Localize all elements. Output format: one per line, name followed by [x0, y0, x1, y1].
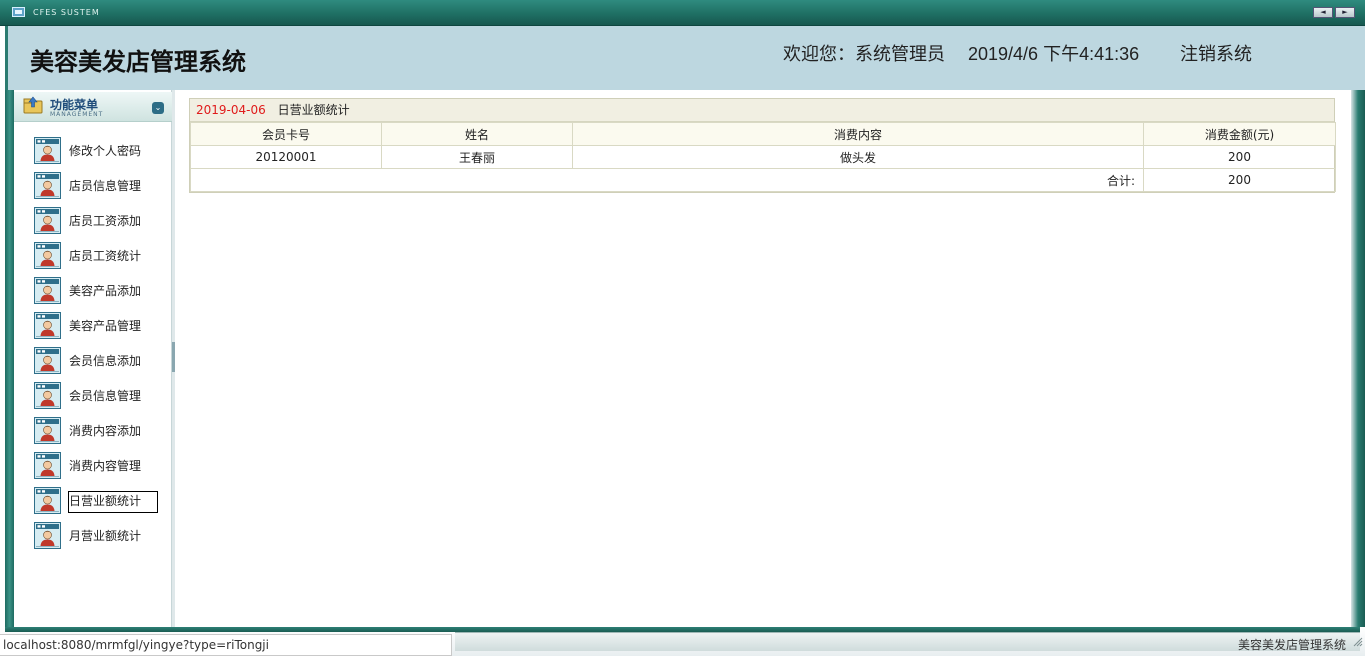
table-row: 20120001 王春丽 做头发 200: [190, 145, 1336, 169]
sidebar-item-label[interactable]: 美容产品添加: [68, 281, 142, 303]
report-header: 2019-04-06 日营业额统计: [190, 99, 1334, 122]
logout-link[interactable]: 注销系统: [1180, 40, 1252, 66]
folder-upload-icon: [23, 96, 43, 114]
app-header: 美容美发店管理系统 欢迎您：系统管理员 2019/4/6 下午4:41:36 注…: [5, 26, 1365, 90]
status-url: localhost:8080/mrmfgl/yingye?type=riTong…: [0, 634, 452, 656]
column-header: 姓名: [381, 122, 573, 146]
column-header: 消费内容: [572, 122, 1144, 146]
sidebar-item-label[interactable]: 日营业额统计: [68, 491, 158, 513]
user-card-icon: [34, 347, 61, 374]
resize-grip-icon[interactable]: [1352, 636, 1363, 647]
menu-list: 修改个人密码 店员信息管理 店员工资添加 店员工资统计 美容产品添加 美容产品管理 会员信息…: [14, 134, 172, 554]
report-date: 2019-04-06: [196, 103, 266, 117]
sidebar-item-label[interactable]: 店员工资添加: [68, 211, 142, 233]
column-header: 会员卡号: [190, 122, 382, 146]
sidebar-item[interactable]: 月营业额统计: [14, 519, 172, 554]
menu-header[interactable]: 功能菜单 MANAGEMENT ⌄: [14, 92, 172, 122]
user-card-icon: [34, 172, 61, 199]
sidebar-item-label[interactable]: 修改个人密码: [68, 141, 142, 163]
user-card-icon: [34, 312, 61, 339]
total-label: 合计:: [190, 168, 1144, 192]
chevron-double-down-icon[interactable]: ⌄: [152, 102, 164, 114]
sidebar-item-label[interactable]: 店员工资统计: [68, 246, 142, 268]
sidebar-item-label[interactable]: 消费内容管理: [68, 456, 142, 478]
nav-prev-button[interactable]: ◄: [1313, 7, 1333, 18]
sidebar-item[interactable]: 消费内容添加: [14, 414, 172, 449]
column-header: 消费金额(元): [1143, 122, 1336, 146]
nav-arrows: ◄ ►: [1313, 7, 1355, 18]
sidebar-item-label[interactable]: 月营业额统计: [68, 526, 142, 548]
system-label: CFES SUSTEM: [33, 8, 100, 17]
user-card-icon: [34, 277, 61, 304]
user-card-icon: [34, 137, 61, 164]
sidebar: 功能菜单 MANAGEMENT ⌄ 修改个人密码 店员信息管理 店员工资添加 店员工资…: [14, 90, 172, 627]
app-title: 美容美发店管理系统: [30, 49, 246, 76]
cell-content: 做头发: [572, 145, 1144, 169]
sidebar-item[interactable]: 修改个人密码: [14, 134, 172, 169]
sidebar-item-label[interactable]: 消费内容添加: [68, 421, 142, 443]
total-row: 合计: 200: [190, 168, 1336, 192]
sidebar-item[interactable]: 会员信息添加: [14, 344, 172, 379]
sidebar-item[interactable]: 消费内容管理: [14, 449, 172, 484]
main-content: 2019-04-06 日营业额统计 会员卡号 姓名 消费内容 消费金额(元) 2…: [175, 90, 1351, 627]
cell-card-no: 20120001: [190, 145, 382, 169]
user-card-icon: [34, 207, 61, 234]
frame-left-border: [5, 90, 14, 635]
sidebar-item[interactable]: 店员工资统计: [14, 239, 172, 274]
window-title-bar: CFES SUSTEM ◄ ►: [0, 0, 1365, 26]
report-table: 会员卡号 姓名 消费内容 消费金额(元) 20120001 王春丽 做头发 20…: [190, 122, 1336, 192]
sidebar-item[interactable]: 店员工资添加: [14, 204, 172, 239]
nav-next-button[interactable]: ►: [1335, 7, 1355, 18]
sidebar-item[interactable]: 会员信息管理: [14, 379, 172, 414]
user-card-icon: [34, 452, 61, 479]
user-card-icon: [34, 382, 61, 409]
sidebar-item[interactable]: 美容产品管理: [14, 309, 172, 344]
monitor-icon: [12, 7, 25, 17]
sidebar-item[interactable]: 日营业额统计: [14, 484, 172, 519]
user-card-icon: [34, 487, 61, 514]
user-card-icon: [34, 417, 61, 444]
cell-amount: 200: [1143, 145, 1336, 169]
report-panel: 2019-04-06 日营业额统计 会员卡号 姓名 消费内容 消费金额(元) 2…: [189, 98, 1336, 193]
sidebar-item-label[interactable]: 会员信息管理: [68, 386, 142, 408]
menu-subtitle: MANAGEMENT: [50, 111, 104, 118]
footer-band: 美容美发店管理系统: [455, 632, 1360, 652]
user-card-icon: [34, 242, 61, 269]
sidebar-item-label[interactable]: 店员信息管理: [68, 176, 142, 198]
cell-name: 王春丽: [381, 145, 573, 169]
frame-right-border: [1351, 90, 1365, 635]
total-value: 200: [1143, 168, 1336, 192]
sidebar-item-label[interactable]: 美容产品管理: [68, 316, 142, 338]
sidebar-item[interactable]: 美容产品添加: [14, 274, 172, 309]
sidebar-item-label[interactable]: 会员信息添加: [68, 351, 142, 373]
report-title: 日营业额统计: [277, 103, 350, 117]
sidebar-item[interactable]: 店员信息管理: [14, 169, 172, 204]
welcome-text: 欢迎您：系统管理员: [783, 44, 945, 64]
table-header-row: 会员卡号 姓名 消费内容 消费金额(元): [190, 122, 1336, 146]
user-card-icon: [34, 522, 61, 549]
current-datetime: 2019/4/6 下午4:41:36: [968, 44, 1140, 64]
footer-app-name: 美容美发店管理系统: [1237, 638, 1346, 652]
